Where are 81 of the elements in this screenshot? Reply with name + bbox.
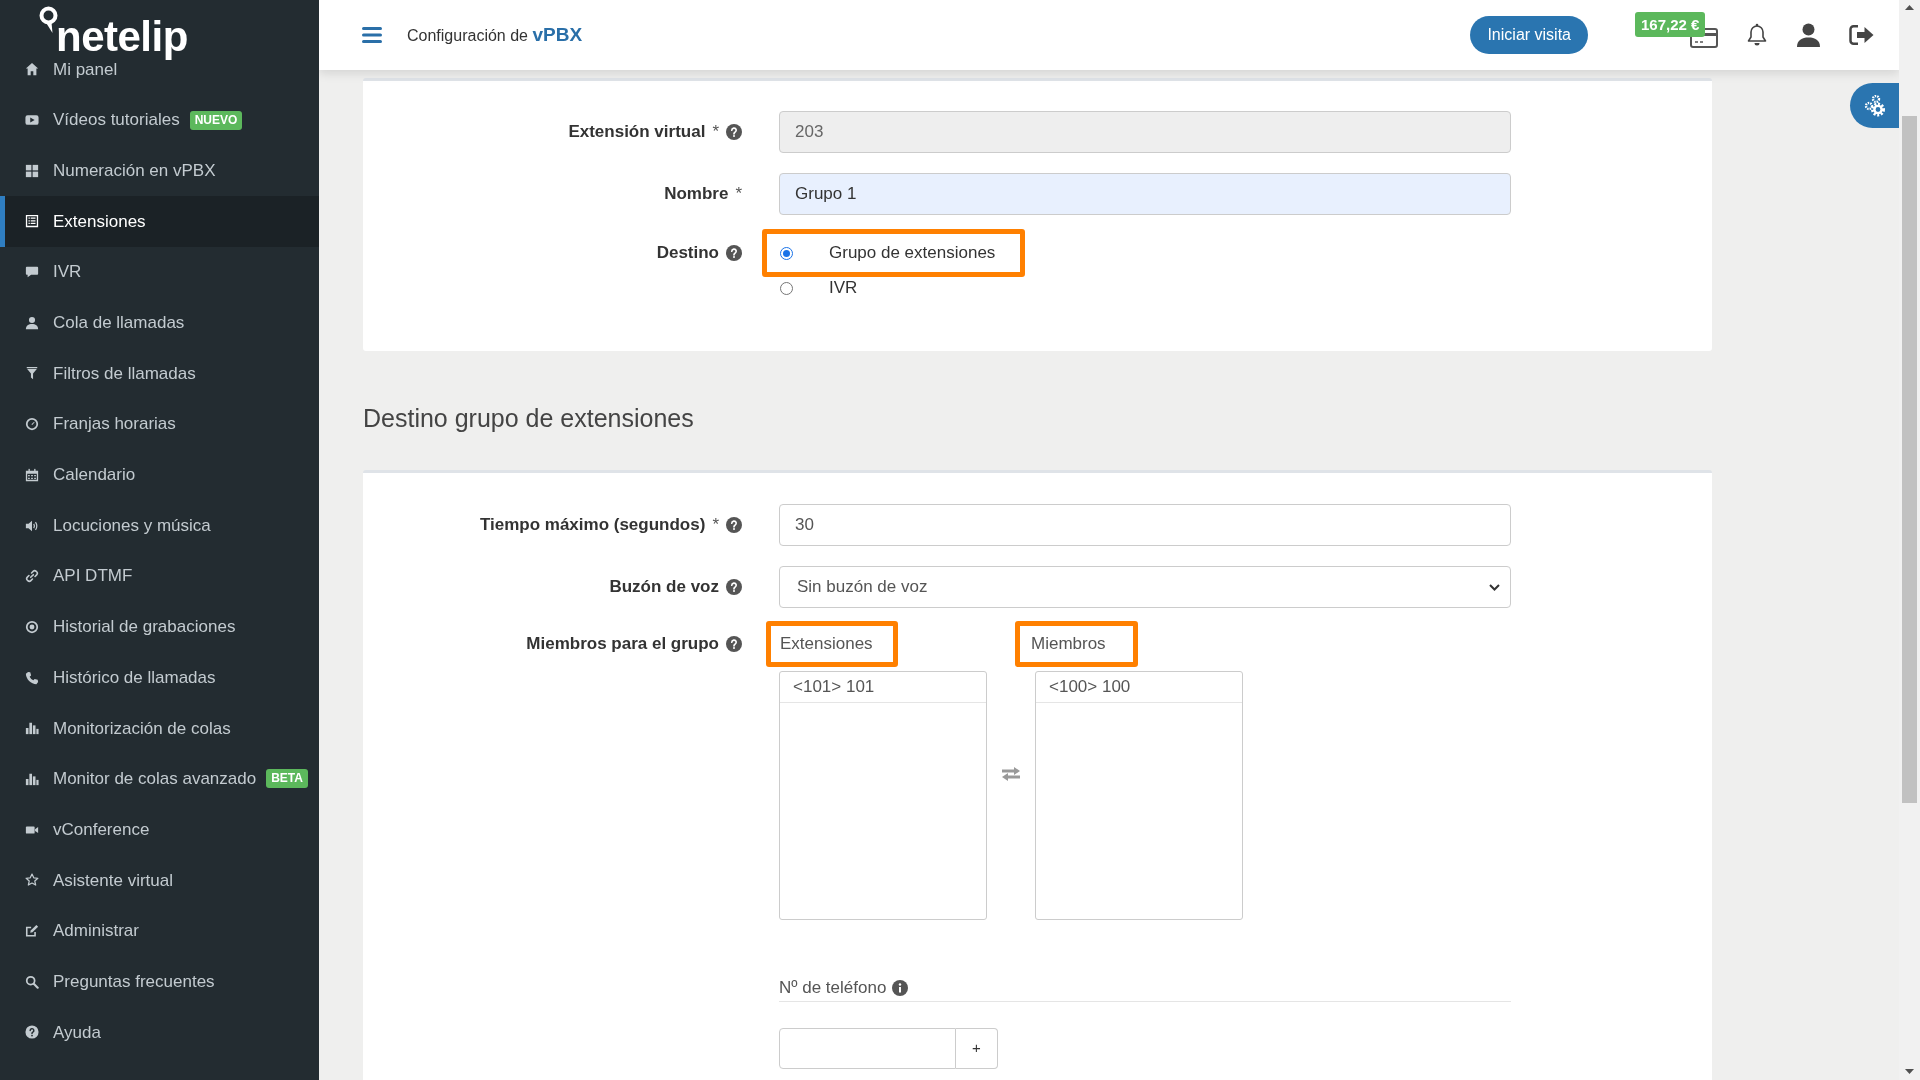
sidebar-item[interactable]: Numeración en vPBX (0, 145, 319, 197)
feature-tag: BETA (266, 769, 308, 789)
field-label: Nº de teléfono (779, 977, 887, 1000)
settings-tab[interactable] (1850, 83, 1899, 128)
home-icon (25, 62, 39, 77)
grid-icon (25, 163, 39, 178)
add-button[interactable]: + (956, 1028, 998, 1069)
list-icon (25, 214, 39, 229)
sidebar-item[interactable]: Locuciones y música (0, 500, 319, 551)
chevron-down-icon (1489, 583, 1500, 591)
brand-logo: netelip (56, 16, 188, 58)
sidebar-item[interactable]: Monitor de colas avanzado BETA (0, 753, 319, 805)
start-visit-button[interactable]: Iniciar visita (1470, 16, 1588, 54)
sidebar-item[interactable]: Preguntas frecuentes (0, 956, 319, 1008)
sidebar-item[interactable]: Vídeos tutoriales NUEVO (0, 94, 319, 146)
sidebar-item[interactable]: Extensiones (0, 196, 319, 247)
sidebar-item[interactable]: vConference (0, 804, 319, 855)
help-icon (25, 1025, 39, 1040)
filter-icon (25, 366, 39, 381)
bar-chart-icon (25, 721, 39, 736)
speaker-icon (25, 518, 39, 533)
phone-icon (25, 670, 39, 685)
logout-icon[interactable] (1849, 24, 1874, 46)
sidebar-item[interactable]: Monitorización de colas (0, 702, 319, 754)
required-mark: * (712, 121, 719, 144)
field-label: Destino (656, 242, 719, 265)
field-label: Miembros para el grupo (526, 633, 719, 656)
swap-arrows-icon[interactable] (1000, 766, 1022, 782)
radio-button[interactable] (780, 246, 793, 260)
gears-icon (1863, 94, 1886, 117)
sidebar-item[interactable]: Ayuda (0, 1007, 319, 1058)
feature-tag: NUEVO (189, 110, 243, 130)
menu-icon[interactable] (362, 27, 382, 43)
scroll-up-icon[interactable] (1905, 5, 1914, 10)
sidebar-item[interactable]: Historial de grabaciones (0, 601, 319, 653)
section-heading: Destino grupo de extensiones (363, 403, 694, 433)
info-icon (892, 980, 909, 996)
list-heading: Extensiones (766, 621, 898, 667)
gauge-icon (25, 417, 39, 432)
user-icon (25, 315, 39, 330)
field-label: Buzón de voz (609, 576, 719, 599)
radio-option[interactable]: Grupo de extensiones (762, 229, 1026, 277)
page-title: Configuración de vPBX (407, 22, 583, 47)
location-pin-icon (39, 6, 58, 34)
sidebar-item[interactable]: Cola de llamadas (0, 297, 319, 349)
sidebar-item[interactable]: Calendario (0, 449, 319, 501)
sidebar-item[interactable]: Administrar (0, 905, 319, 957)
search-icon (25, 974, 39, 989)
sidebar-item[interactable]: Filtros de llamadas (0, 348, 319, 399)
listbox[interactable]: <101> 101 (779, 671, 987, 920)
field-label: Tiempo máximo (segundos) (479, 514, 706, 537)
phone-input[interactable] (779, 1028, 956, 1069)
sidebar-item[interactable]: Histórico de llamadas (0, 652, 319, 703)
field-label: Nombre (664, 183, 729, 206)
link-icon (25, 569, 39, 584)
edit-icon (25, 924, 39, 939)
bar-chart-icon (25, 771, 39, 786)
sidebar-item[interactable]: Franjas horarias (0, 398, 319, 450)
star-icon (25, 873, 39, 888)
scroll-down-icon[interactable] (1905, 1069, 1914, 1074)
sidebar-item[interactable]: IVR (0, 246, 319, 298)
scrollbar-thumb[interactable] (1902, 116, 1917, 803)
sidebar-item[interactable]: Asistente virtual (0, 855, 319, 906)
text-field[interactable]: Grupo 1 (779, 173, 1511, 215)
radio-button[interactable] (780, 281, 793, 295)
list-option[interactable]: <100> 100 (1036, 672, 1242, 703)
user-icon[interactable] (1796, 23, 1821, 47)
sidebar-item[interactable]: API DTMF (0, 550, 319, 602)
bell-icon[interactable] (1746, 23, 1768, 47)
required-mark: * (712, 514, 719, 537)
text-field[interactable]: 30 (779, 504, 1511, 546)
list-option[interactable]: <101> 101 (780, 672, 986, 703)
record-icon (25, 619, 39, 634)
list-heading: Miembros (1015, 621, 1138, 667)
calendar-icon (25, 467, 39, 482)
field-label: Extensión virtual (568, 121, 706, 144)
listbox[interactable]: <100> 100 (1035, 671, 1243, 920)
dropdown[interactable]: Sin buzón de voz (779, 566, 1511, 608)
speech-bubble-icon (25, 265, 39, 280)
video-play-icon (25, 113, 39, 128)
required-mark: * (735, 183, 742, 206)
